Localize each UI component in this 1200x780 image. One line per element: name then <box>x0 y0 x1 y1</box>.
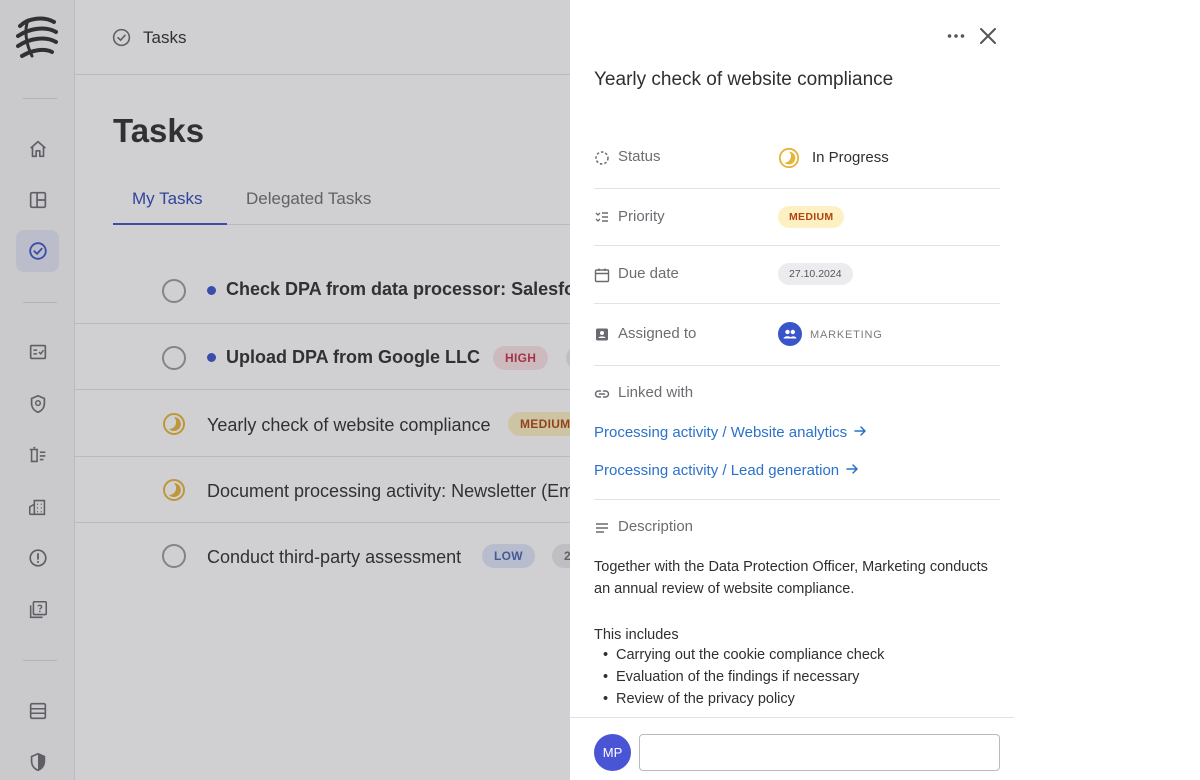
status-value[interactable]: In Progress <box>812 149 889 166</box>
background-area <box>1014 0 1200 780</box>
assignee-badge-icon <box>596 328 608 341</box>
priority-row: Priority MEDIUM <box>594 189 1000 246</box>
more-horizontal-icon[interactable] <box>944 24 968 48</box>
modal-backdrop[interactable] <box>0 0 570 780</box>
assignee-value[interactable]: MARKETING <box>810 329 883 341</box>
close-icon[interactable] <box>976 24 1000 48</box>
priority-label: Priority <box>618 208 665 225</box>
list-item: Evaluation of the findings if necessary <box>594 666 884 688</box>
description-intro: This includes <box>594 627 679 643</box>
team-avatar <box>778 322 802 346</box>
list-item: Review of the privacy policy <box>594 688 884 710</box>
link-icon <box>594 390 610 398</box>
linked-item-label: Processing activity / Lead generation <box>594 462 840 479</box>
description-list: Carrying out the cookie compliance check… <box>594 644 884 710</box>
task-detail-drawer: Yearly check of website compliance Statu… <box>570 0 1014 780</box>
linked-with-section: Linked with Processing activity / Websit… <box>594 366 1000 500</box>
description-paragraph: Together with the Data Protection Office… <box>594 559 988 597</box>
status-row: Status In Progress <box>594 128 1000 189</box>
arrow-right-icon <box>854 426 867 436</box>
arrow-right-icon <box>846 464 859 474</box>
avatar: MP <box>594 734 631 771</box>
text-lines-icon <box>596 523 608 533</box>
due-date-value[interactable]: 27.10.2024 <box>778 263 853 285</box>
linked-item-label: Processing activity / Website analytics <box>594 424 848 441</box>
priority-list-icon <box>595 212 608 222</box>
list-item: Carrying out the cookie compliance check <box>594 644 884 666</box>
due-date-label: Due date <box>618 265 679 282</box>
calendar-icon <box>594 268 610 283</box>
comment-bar: MP <box>570 717 1014 780</box>
status-label: Status <box>618 148 661 165</box>
assigned-row: Assigned to MARKETING <box>594 304 1000 366</box>
description-label: Description <box>618 518 694 535</box>
in-progress-icon[interactable] <box>778 147 800 169</box>
linked-with-label: Linked with <box>618 384 694 401</box>
linked-item-link[interactable]: Processing activity / Website analytics <box>594 424 867 441</box>
status-dashed-circle-icon <box>595 151 609 165</box>
linked-item-link[interactable]: Processing activity / Lead generation <box>594 462 859 479</box>
group-icon <box>783 329 797 339</box>
priority-badge[interactable]: MEDIUM <box>778 206 845 228</box>
comment-input[interactable] <box>639 734 1000 771</box>
description-section: Description Together with the Data Prote… <box>594 500 1000 717</box>
due-date-row: Due date 27.10.2024 <box>594 246 1000 304</box>
assigned-label: Assigned to <box>618 325 697 342</box>
drawer-title: Yearly check of website compliance <box>594 69 894 90</box>
